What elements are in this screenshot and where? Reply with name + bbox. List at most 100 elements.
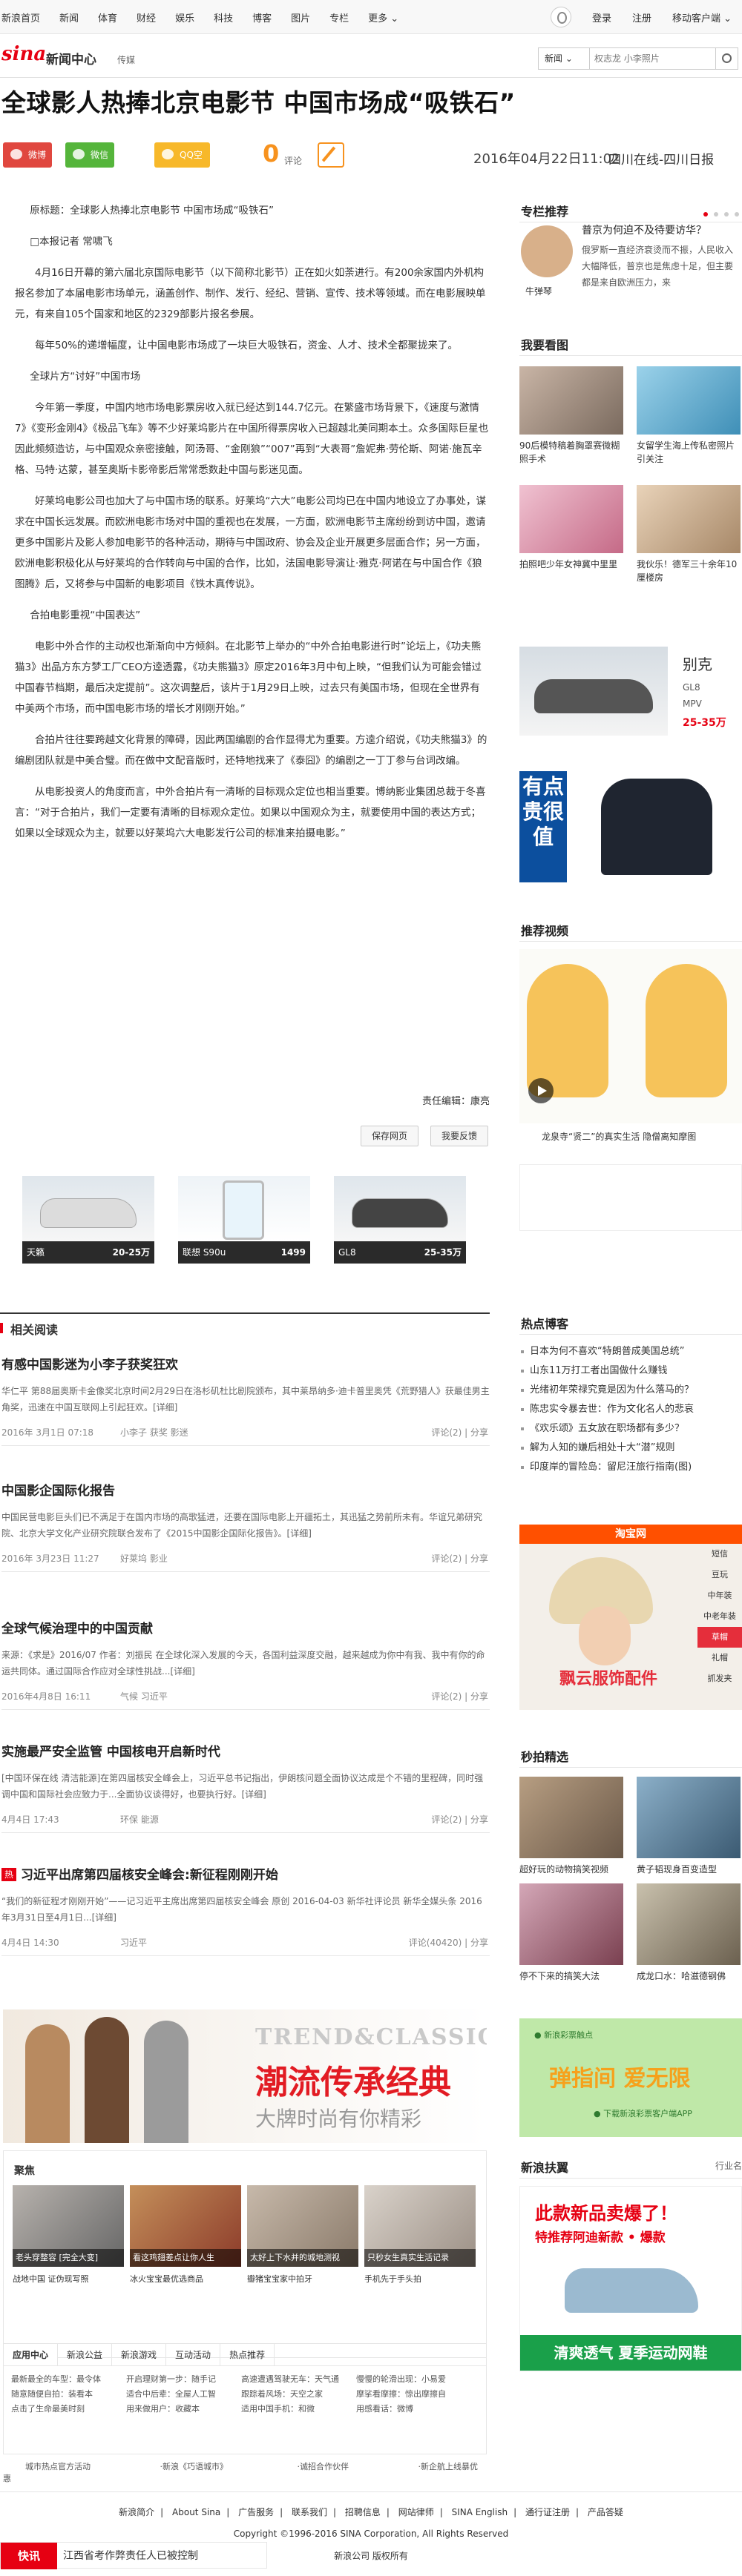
taobao-category[interactable]: 礼帽 bbox=[697, 1648, 742, 1668]
promo-link[interactable]: ·诚招合作伙伴 bbox=[298, 2462, 349, 2471]
tab-link[interactable]: 点击了生命最美时刻 bbox=[11, 2402, 126, 2417]
footer-link[interactable]: 新浪简介 bbox=[119, 2507, 154, 2517]
taobao-category[interactable]: 中年装 bbox=[697, 1585, 742, 1606]
taobao-category[interactable]: 草帽 bbox=[697, 1627, 742, 1648]
channel-label[interactable]: 传媒 bbox=[117, 53, 135, 66]
footer-link[interactable]: About Sina bbox=[172, 2507, 220, 2517]
related-item-title[interactable]: 实施最严安全监管 中国核电开启新时代 bbox=[1, 1741, 490, 1760]
picture-item[interactable]: 90后模特稿着胸罩赛微糊照手术 bbox=[519, 366, 623, 470]
sina-logo[interactable]: sina bbox=[1, 43, 46, 65]
related-item-tags[interactable]: 习近平 bbox=[120, 1936, 147, 1949]
photo-item[interactable]: 看这鸡翅差点让你人生 冰火宝宝最优选商品 bbox=[130, 2185, 241, 2289]
hot-blog-item[interactable]: 光绪初年荣禄究竟是因为什么落马的？ bbox=[519, 1381, 742, 1400]
carousel-dot[interactable] bbox=[724, 212, 729, 217]
photo-item[interactable]: 老头穿整容 [完全大变] 战地中国 证伪现写照 bbox=[13, 2185, 124, 2289]
related-item-comments[interactable]: 评论(2) | 分享 bbox=[431, 1552, 488, 1565]
comment-label[interactable]: 评论 bbox=[284, 154, 302, 167]
shoes-ad[interactable]: 此款新品卖爆了！ 特推荐阿迪新款 • 爆款 清爽透气 夏季运动网鞋 bbox=[519, 2186, 742, 2371]
footer-link[interactable]: 广告服务 bbox=[238, 2507, 274, 2517]
footer-link[interactable]: 产品答疑 bbox=[588, 2507, 623, 2517]
tab-link[interactable]: 摩挲看摩擦：惊出摩擦自 bbox=[356, 2387, 471, 2402]
photo-item[interactable]: 太好上下水并的城地测视 瓣猪宝宝家中拍牙 bbox=[247, 2185, 358, 2289]
related-item-comments[interactable]: 评论(2) | 分享 bbox=[431, 1690, 488, 1703]
user-icon[interactable] bbox=[550, 7, 571, 27]
carousel-dot[interactable] bbox=[735, 212, 739, 217]
related-item-title[interactable]: 全球气候治理中的中国贡献 bbox=[1, 1618, 490, 1637]
hot-blog-item[interactable]: 陈忠实令暴去世：作为文化名人的悲哀 bbox=[519, 1400, 742, 1419]
nav-item-photos[interactable]: 图片 bbox=[291, 10, 310, 24]
picture-item[interactable]: 拍照吧少年女神冀中里里 bbox=[519, 485, 623, 589]
quick-news-text[interactable]: 江西省考作弊责任人已被控制 bbox=[63, 2543, 198, 2569]
related-item-tags[interactable]: 小李子 获奖 影迷 bbox=[120, 1426, 188, 1439]
nav-item-more[interactable]: 更多 ⌄ bbox=[368, 10, 398, 24]
quick-news-bar[interactable]: 快讯 江西省考作弊责任人已被控制 bbox=[0, 2542, 267, 2569]
taobao-category[interactable]: 短信 bbox=[697, 1544, 742, 1565]
save-page-button[interactable]: 保存网页 bbox=[361, 1126, 418, 1146]
hot-blog-item[interactable]: 解为人知的嫌后相处十大“潜”规则 bbox=[519, 1439, 742, 1458]
carousel-dot[interactable] bbox=[703, 212, 708, 217]
related-item-title[interactable]: 有感中国影迷为小李子获奖狂欢 bbox=[1, 1354, 490, 1373]
related-item-title-text[interactable]: 习近平出席第四届核安全峰会:新征程刚刚开始 bbox=[21, 1868, 278, 1883]
hot-blog-item[interactable]: 山东11万打工者出国做什么赚钱 bbox=[519, 1361, 742, 1381]
tab-link[interactable]: 用感看话：微博 bbox=[356, 2402, 471, 2417]
phone-ad[interactable]: 联想 S90u 1499 bbox=[178, 1176, 310, 1264]
article-source[interactable]: 四川在线-四川日报 bbox=[608, 149, 714, 168]
photo-item[interactable]: 只秒女生真实生活记录 手机先于手头拍 bbox=[364, 2185, 476, 2289]
search-scope-select[interactable]: 新闻 ⌄ bbox=[538, 47, 590, 70]
shirt-ad[interactable]: 有点贵很值 bbox=[519, 771, 742, 882]
car-ad[interactable]: 天籁 20-25万 bbox=[22, 1176, 154, 1264]
author-name[interactable]: 牛弹琴 bbox=[525, 285, 552, 297]
hot-blog-item[interactable]: 日本为何不喜欢“特朗普成美国总统” bbox=[519, 1342, 742, 1361]
related-item-tags[interactable]: 好莱坞 影业 bbox=[120, 1552, 168, 1565]
login-link[interactable]: 登录 bbox=[592, 10, 611, 24]
related-item-tags[interactable]: 环保 能源 bbox=[120, 1813, 159, 1826]
related-item-comments[interactable]: 评论(40420) | 分享 bbox=[409, 1936, 488, 1949]
taobao-category[interactable]: 中老年装 bbox=[697, 1606, 742, 1627]
carousel-dot[interactable] bbox=[714, 212, 718, 217]
tab-activities[interactable]: 互动活动 bbox=[166, 2344, 221, 2365]
related-item-title[interactable]: 中国影企国际化报告 bbox=[1, 1480, 490, 1499]
footer-link[interactable]: 通行证注册 bbox=[525, 2507, 570, 2517]
tab-hot-recommend[interactable]: 热点推荐 bbox=[220, 2344, 275, 2365]
industry-link[interactable]: 行业名 bbox=[715, 2159, 742, 2172]
tab-link[interactable]: 开启理财第一步：随手记 bbox=[126, 2372, 241, 2387]
nav-item-sports[interactable]: 体育 bbox=[98, 10, 117, 24]
tab-link[interactable]: 最新最全的车型：最令体 bbox=[11, 2372, 126, 2387]
related-item-comments[interactable]: 评论(2) | 分享 bbox=[431, 1426, 488, 1439]
nav-item-news[interactable]: 新闻 bbox=[59, 10, 79, 24]
nav-item-finance[interactable]: 财经 bbox=[137, 10, 156, 24]
logo-subtitle[interactable]: 新闻中心 bbox=[46, 49, 96, 67]
nav-item-tech[interactable]: 科技 bbox=[214, 10, 233, 24]
write-comment-icon[interactable] bbox=[318, 142, 344, 168]
share-qzone-button[interactable]: QQ空间 bbox=[154, 142, 210, 185]
play-icon[interactable] bbox=[528, 1078, 554, 1103]
mobile-client-link[interactable]: 移动客户端 ⌄ bbox=[672, 10, 732, 24]
video-clip-item[interactable]: 成龙口水：哈滋德钢佛 bbox=[637, 1883, 741, 1982]
tab-link[interactable]: 慢慢的轮滑出现：小易爱 bbox=[356, 2372, 471, 2387]
search-icon[interactable] bbox=[716, 47, 738, 70]
promo-link[interactable]: 城市热点官方活动 bbox=[25, 2462, 91, 2471]
feedback-button[interactable]: 我要反馈 bbox=[430, 1126, 488, 1146]
hot-blog-item[interactable]: 印度岸的冒险岛：留尼汪旅行指南(图) bbox=[519, 1458, 742, 1477]
taobao-category[interactable]: 抓发夹 bbox=[697, 1668, 742, 1689]
footer-link[interactable]: 联系我们 bbox=[292, 2507, 327, 2517]
tab-link[interactable]: 适用中国手机：和微 bbox=[241, 2402, 356, 2417]
sidebar-car-ad[interactable]: 别克 GL8 MPV 25-35万 bbox=[519, 638, 742, 756]
column-title[interactable]: 普京为何迫不及待要访华？ bbox=[582, 222, 706, 237]
video-clip-item[interactable]: 超好玩的动物搞笑视频 bbox=[519, 1777, 623, 1875]
footer-link[interactable]: 网站律师 bbox=[398, 2507, 434, 2517]
lottery-ad[interactable]: ● 新浪彩票触点 弹指间 爱无限 ● 下载新浪彩票客户端APP bbox=[519, 2018, 742, 2137]
recommended-video[interactable]: 龙泉寺“贤二”的真实生活 隐僧离知摩图 bbox=[519, 949, 742, 1149]
tab-app-center[interactable]: 应用中心 bbox=[4, 2344, 59, 2365]
register-link[interactable]: 注册 bbox=[632, 10, 651, 24]
tab-link[interactable]: 适合中后辈：全屋人工智 bbox=[126, 2387, 241, 2402]
tab-games[interactable]: 新浪游戏 bbox=[112, 2344, 167, 2365]
nav-item-blog[interactable]: 博客 bbox=[252, 10, 272, 24]
nav-item-column[interactable]: 专栏 bbox=[329, 10, 349, 24]
video-caption[interactable]: 龙泉寺“贤二”的真实生活 隐僧离知摩图 bbox=[542, 1130, 696, 1143]
footer-link[interactable]: 招聘信息 bbox=[345, 2507, 381, 2517]
tab-charity[interactable]: 新浪公益 bbox=[58, 2344, 113, 2365]
picture-item[interactable]: 我伙乐！德军三十余年10厘楼房 bbox=[637, 485, 741, 589]
related-item-comments[interactable]: 评论(2) | 分享 bbox=[431, 1813, 488, 1826]
tab-link[interactable]: 用来做用户：收藏本 bbox=[126, 2402, 241, 2417]
